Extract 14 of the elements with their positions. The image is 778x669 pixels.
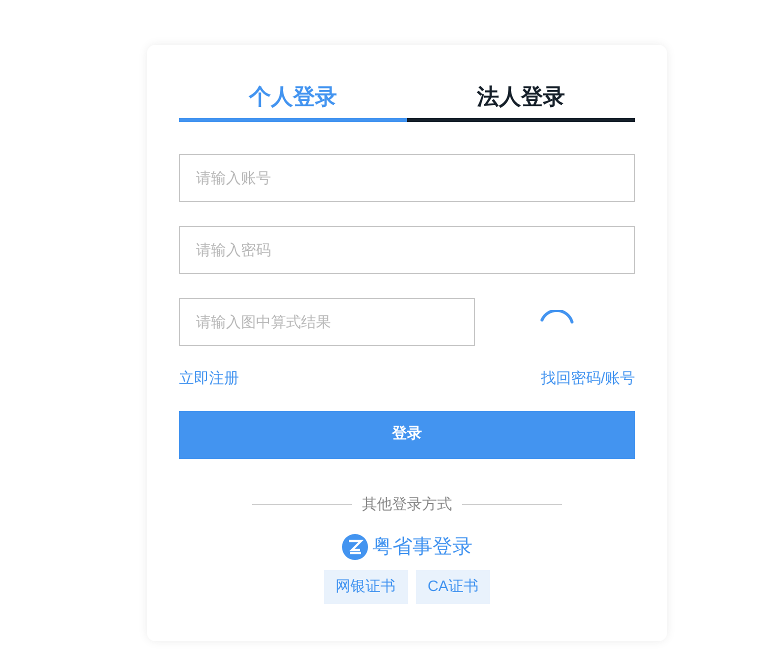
loading-spinner-icon [539,310,575,324]
certificate-button[interactable]: 网银证书 [324,570,408,604]
login-tab[interactable]: 法人登录 [407,75,635,122]
app-logo-icon [342,534,368,560]
input-field[interactable]: 请输入密码 [179,226,635,274]
other-methods-title: 其他登录方式 [362,494,452,514]
login-button[interactable]: 登录 [179,410,635,458]
login-tab[interactable]: 个人登录 [179,75,407,122]
input-field[interactable]: 请输入账号 [179,154,635,202]
certificate-button[interactable]: CA证书 [416,570,490,604]
recover-link[interactable]: 找回密码/账号 [540,368,635,390]
app-login-link[interactable]: 粤省事登录 [342,532,472,562]
register-link[interactable]: 立即注册 [179,368,239,390]
captcha-field[interactable]: 请输入图中算式结果 [179,298,475,346]
